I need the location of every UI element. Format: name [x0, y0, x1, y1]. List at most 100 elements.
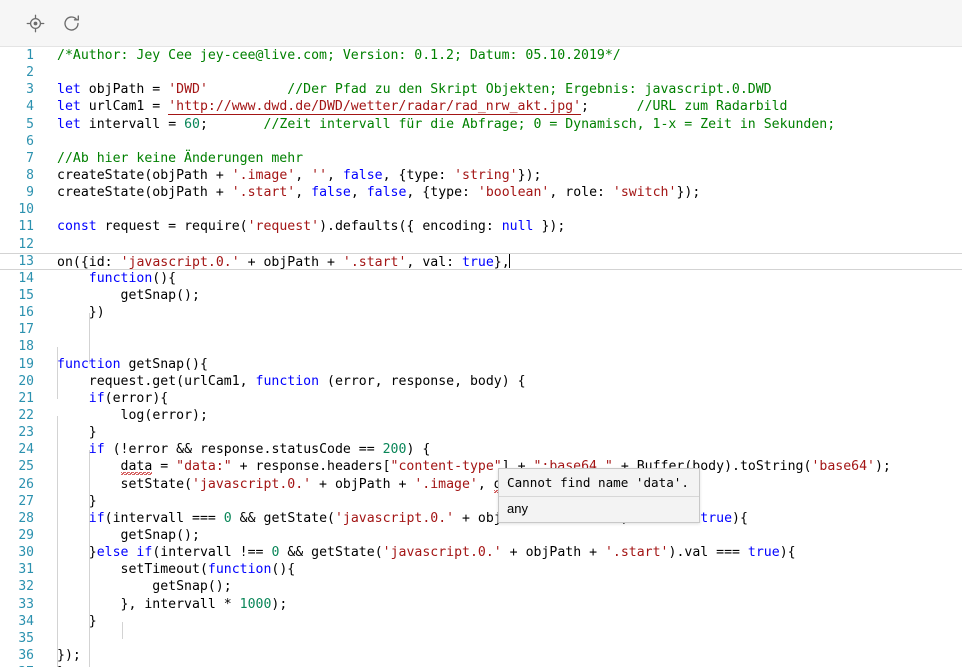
code-line[interactable]: 14 function(){	[0, 270, 962, 287]
line-number: 27	[18, 493, 34, 509]
code-line[interactable]: 30 }else if(intervall !== 0 && getState(…	[0, 544, 962, 561]
crosshair-icon	[26, 14, 45, 33]
code-line[interactable]: 20 request.get(urlCam1, function (error,…	[0, 373, 962, 390]
code-text[interactable]: request.get(urlCam1, function (error, re…	[57, 373, 962, 390]
code-line[interactable]: 29 getSnap();	[0, 527, 962, 544]
line-number: 23	[18, 425, 34, 441]
code-line[interactable]: 34 }	[0, 613, 962, 630]
code-text[interactable]: let urlCam1 = 'http://www.dwd.de/DWD/wet…	[57, 98, 962, 116]
editor-toolbar	[0, 0, 962, 47]
code-line[interactable]: 13 on({id: 'javascript.0.' + objPath + '.…	[0, 252, 962, 270]
line-number: 9	[26, 185, 34, 201]
line-number: 10	[18, 202, 34, 218]
code-line[interactable]: 33 }, intervall * 1000);	[0, 596, 962, 613]
code-text[interactable]: }, intervall * 1000);	[57, 596, 962, 613]
code-line[interactable]: 19 function getSnap(){	[0, 356, 962, 373]
line-number: 2	[26, 65, 34, 81]
line-number: 20	[18, 373, 34, 389]
code-text[interactable]: getSnap();	[57, 527, 962, 544]
code-text[interactable]: setTimeout(function(){	[57, 561, 962, 578]
code-line[interactable]: 18	[0, 338, 962, 355]
code-line[interactable]: 5 let intervall = 60; //Zeit intervall fü…	[0, 116, 962, 133]
code-line[interactable]: 31 setTimeout(function(){	[0, 561, 962, 578]
line-number: 15	[18, 287, 34, 303]
code-text[interactable]: function(){	[57, 270, 962, 287]
code-line[interactable]: 23 }	[0, 424, 962, 441]
code-text[interactable]: getSnap();	[57, 578, 962, 595]
code-text[interactable]: let intervall = 60; //Zeit intervall für…	[57, 116, 962, 133]
code-text[interactable]: let objPath = 'DWD' //Der Pfad zu den Sk…	[57, 81, 962, 98]
line-number: 22	[18, 407, 34, 423]
line-number: 34	[18, 613, 34, 629]
code-line[interactable]: 12	[0, 236, 962, 253]
line-number: 3	[26, 82, 34, 98]
code-line[interactable]: 27 }	[0, 493, 962, 510]
code-line[interactable]: 10	[0, 201, 962, 218]
hover-tooltip: Cannot find name 'data'. any	[498, 468, 700, 523]
code-lines: 1 /*Author: Jey Cee jey-cee@live.com; Ver…	[0, 47, 962, 667]
code-text[interactable]: /*Author: Jey Cee jey-cee@live.com; Vers…	[57, 47, 962, 64]
code-editor[interactable]: 1 /*Author: Jey Cee jey-cee@live.com; Ver…	[0, 47, 962, 667]
code-line[interactable]: 22 log(error);	[0, 407, 962, 424]
code-text[interactable]: getSnap();	[57, 287, 962, 304]
code-text[interactable]: if(error){	[57, 390, 962, 407]
code-text[interactable]: on({id: 'javascript.0.' + objPath + '.st…	[57, 253, 962, 270]
code-line[interactable]: 4 let urlCam1 = 'http://www.dwd.de/DWD/we…	[0, 98, 962, 116]
code-line[interactable]: 8 createState(objPath + '.image', '', fal…	[0, 167, 962, 184]
line-number: 32	[18, 579, 34, 595]
line-number: 19	[18, 356, 34, 372]
line-number: 17	[18, 322, 34, 338]
code-text[interactable]: })	[57, 304, 962, 321]
line-number: 5	[26, 116, 34, 132]
code-line[interactable]: 7 //Ab hier keine Änderungen mehr	[0, 150, 962, 167]
code-line[interactable]: 1 /*Author: Jey Cee jey-cee@live.com; Ver…	[0, 47, 962, 64]
code-text[interactable]: }	[57, 424, 962, 441]
line-number: 31	[18, 562, 34, 578]
line-number: 4	[26, 99, 34, 115]
code-line[interactable]: 2	[0, 64, 962, 81]
code-line[interactable]: 32 getSnap();	[0, 578, 962, 595]
code-text[interactable]: });	[57, 647, 962, 664]
code-text[interactable]: createState(objPath + '.start', false, f…	[57, 184, 962, 201]
code-line[interactable]: 15 getSnap();	[0, 287, 962, 304]
line-number: 8	[26, 167, 34, 183]
line-number: 7	[26, 150, 34, 166]
code-line[interactable]: 36});	[0, 647, 962, 664]
code-text[interactable]: }else if(intervall !== 0 && getState('ja…	[57, 544, 962, 561]
code-line[interactable]: 9 createState(objPath + '.start', false, …	[0, 184, 962, 201]
line-number: 18	[18, 339, 34, 355]
code-line[interactable]: 26 setState('javascript.0.' + objPath + …	[0, 476, 962, 493]
line-number: 36	[18, 647, 34, 663]
line-number: 25	[18, 459, 34, 475]
code-text[interactable]: function getSnap(){	[57, 356, 962, 373]
code-text[interactable]: if (!error && response.statusCode == 200…	[57, 441, 962, 458]
line-number: 1	[26, 48, 34, 63]
line-number: 28	[18, 510, 34, 526]
code-line[interactable]: 3 let objPath = 'DWD' //Der Pfad zu den S…	[0, 81, 962, 98]
code-line[interactable]: 6	[0, 133, 962, 150]
code-line[interactable]: 17	[0, 321, 962, 338]
hover-tooltip-message: Cannot find name 'data'.	[499, 469, 699, 497]
code-text[interactable]: createState(objPath + '.image', '', fals…	[57, 167, 962, 184]
code-line[interactable]: 11 const request = require('request').def…	[0, 218, 962, 235]
code-line[interactable]: 16 })	[0, 304, 962, 321]
code-line[interactable]: 25 data = "data:" + response.headers["co…	[0, 458, 962, 476]
line-number: 14	[18, 270, 34, 286]
code-text[interactable]: log(error);	[57, 407, 962, 424]
code-text[interactable]: //Ab hier keine Änderungen mehr	[57, 150, 962, 167]
refresh-icon	[62, 14, 81, 33]
code-line[interactable]: 24 if (!error && response.statusCode == …	[0, 441, 962, 458]
hover-tooltip-type: any	[507, 501, 528, 516]
code-line[interactable]: 35	[0, 630, 962, 647]
line-number: 24	[18, 442, 34, 458]
code-line[interactable]: 21 if(error){	[0, 390, 962, 407]
line-number: 33	[18, 596, 34, 612]
go-to-definition-button[interactable]	[20, 8, 50, 38]
code-text[interactable]: const request = require('request').defau…	[57, 218, 962, 235]
line-number: 29	[18, 527, 34, 543]
code-text[interactable]: }	[57, 613, 962, 630]
line-number: 30	[18, 545, 34, 561]
reload-button[interactable]	[56, 8, 86, 38]
code-line[interactable]: 28 if(intervall === 0 && getState('javas…	[0, 510, 962, 527]
line-number: 26	[18, 476, 34, 492]
